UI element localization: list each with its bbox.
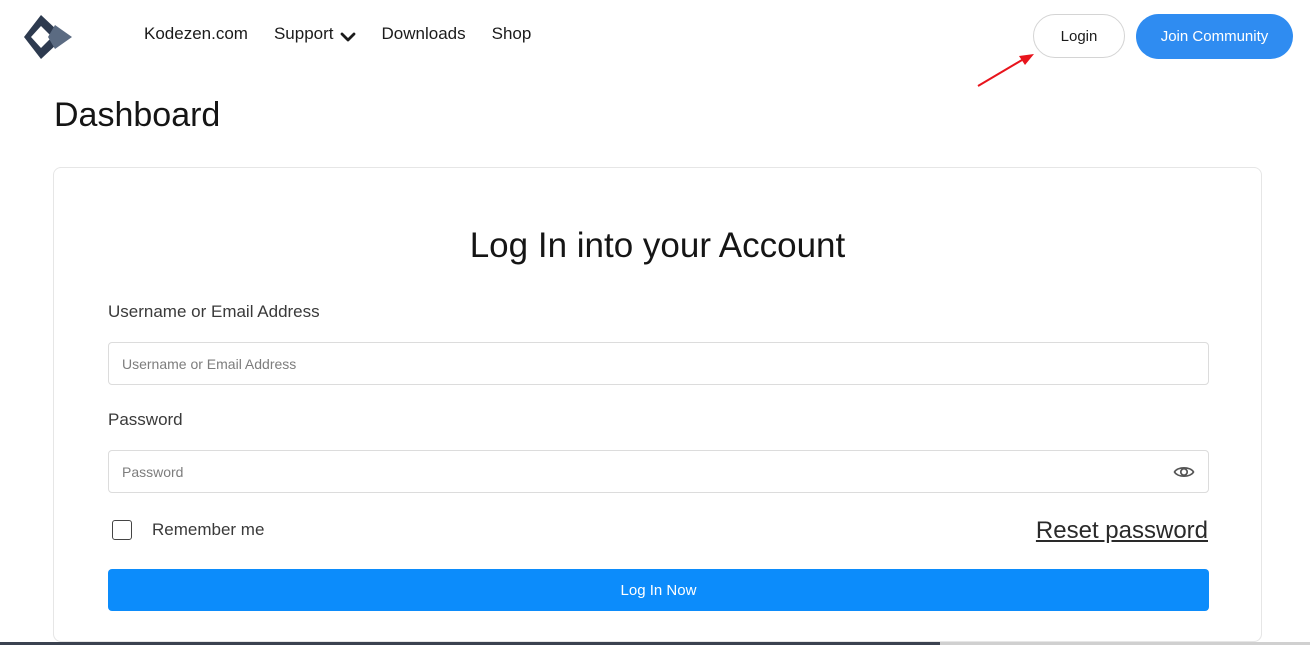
nav-shop[interactable]: Shop	[492, 24, 532, 44]
main-nav: Kodezen.com Support Downloads Shop	[144, 24, 557, 44]
log-in-now-button[interactable]: Log In Now	[108, 569, 1209, 611]
remember-me-row: Remember me	[112, 520, 264, 540]
kodezen-logo-icon[interactable]	[24, 14, 72, 60]
remember-me-checkbox[interactable]	[112, 520, 132, 540]
login-button[interactable]: Login	[1033, 14, 1125, 58]
password-label: Password	[108, 410, 183, 429]
nav-support[interactable]: Support	[274, 24, 356, 44]
page-title: Dashboard	[54, 96, 221, 134]
reset-password-link[interactable]: Reset password	[1036, 517, 1208, 545]
login-form-title: Log In into your Account	[469, 226, 846, 265]
nav-shop-label: Shop	[491, 24, 532, 43]
nav-kodezen-label: Kodezen.com	[144, 24, 248, 43]
nav-support-label: Support	[273, 24, 334, 43]
eye-icon[interactable]	[1173, 462, 1195, 482]
password-input[interactable]	[108, 450, 1209, 493]
nav-downloads[interactable]: Downloads	[382, 24, 466, 44]
username-label: Username or Email Address	[108, 302, 320, 321]
red-arrow-icon	[972, 50, 1038, 90]
site-header: Kodezen.com Support Downloads Shop Login…	[0, 0, 1310, 72]
join-community-button[interactable]: Join Community	[1136, 14, 1293, 59]
nav-kodezen[interactable]: Kodezen.com	[144, 24, 248, 44]
login-card: Log In into your Account Username or Ema…	[53, 167, 1262, 642]
username-input[interactable]	[108, 342, 1209, 385]
chevron-down-icon	[340, 28, 356, 42]
remember-me-label: Remember me	[152, 520, 265, 539]
nav-downloads-label: Downloads	[381, 24, 466, 43]
